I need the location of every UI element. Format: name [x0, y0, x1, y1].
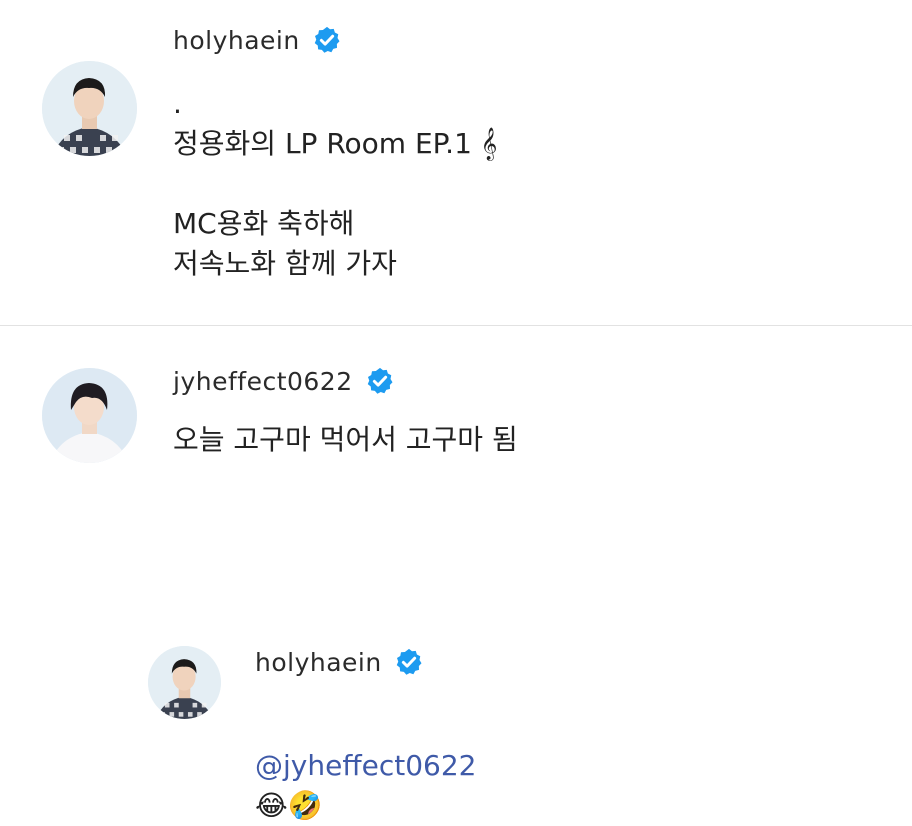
reply-text: @jyheffect0622 😂🤣 — [255, 706, 476, 826]
verified-badge-icon — [365, 366, 395, 396]
username-text[interactable]: holyhaein — [255, 648, 382, 677]
username[interactable]: holyhaein — [173, 25, 342, 55]
mention-link[interactable]: @jyheffect0622 — [255, 749, 476, 782]
avatar[interactable] — [42, 368, 137, 463]
post-holyhaein: holyhaein . 정용화의 LP Room EP.1 𝄞 MC용화 축하해… — [0, 0, 912, 325]
username-text[interactable]: jyheffect0622 — [173, 367, 353, 396]
username[interactable]: jyheffect0622 — [173, 366, 395, 396]
username-text[interactable]: holyhaein — [173, 26, 300, 55]
post-jyheffect0622: jyheffect0622 오늘 고구마 먹어서 고구마 됨 — [0, 326, 912, 566]
laughing-emoji: 😂🤣 — [255, 789, 323, 822]
post-text: . 정용화의 LP Room EP.1 𝄞 MC용화 축하해 저속노화 함께 가… — [173, 87, 498, 280]
reply-holyhaein: holyhaein @jyheffect0622 😂🤣 — [0, 630, 912, 822]
avatar[interactable] — [42, 61, 137, 156]
verified-badge-icon — [394, 647, 424, 677]
post-text: 오늘 고구마 먹어서 고구마 됨 — [173, 423, 518, 456]
verified-badge-icon — [312, 25, 342, 55]
avatar[interactable] — [148, 646, 221, 719]
username[interactable]: holyhaein — [255, 647, 424, 677]
